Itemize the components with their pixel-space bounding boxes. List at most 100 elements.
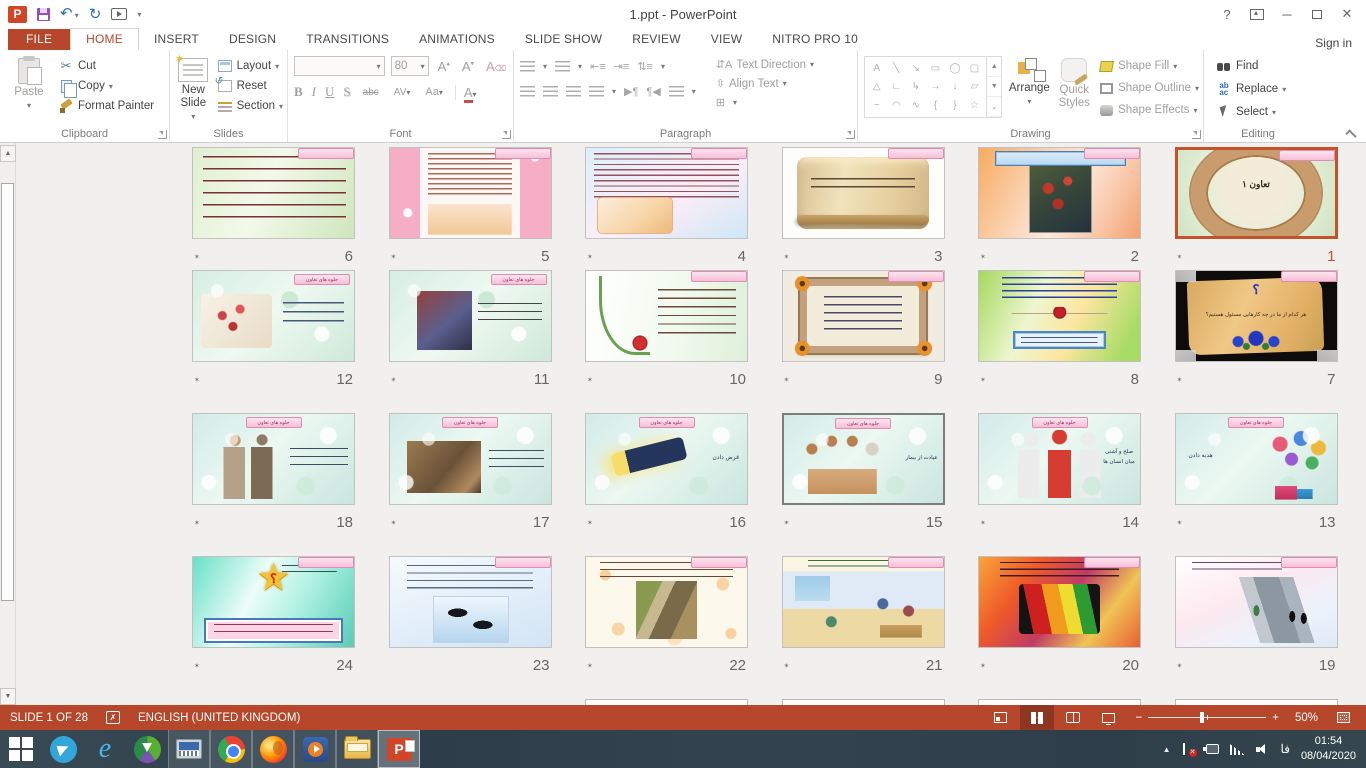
volume-icon[interactable] bbox=[1256, 744, 1270, 755]
scroll-down-icon[interactable]: ▼ bbox=[0, 688, 16, 705]
slide-thumbnail[interactable]: جلوه های تعاون bbox=[389, 270, 552, 362]
columns-icon[interactable] bbox=[669, 86, 684, 98]
slide-thumbnail[interactable] bbox=[978, 270, 1141, 362]
tab-home[interactable]: HOME bbox=[70, 28, 139, 50]
down-arrow-shape-icon[interactable]: ↓ bbox=[952, 81, 957, 92]
replace-button[interactable]: abacReplace▾ bbox=[1216, 81, 1286, 97]
shape-effects-button[interactable]: Shape Effects▾ bbox=[1098, 102, 1199, 118]
tab-transitions[interactable]: TRANSITIONS bbox=[291, 29, 404, 50]
rtl-direction-icon[interactable]: ¶◀ bbox=[646, 85, 660, 98]
elbow-arrow-connector-shape-icon[interactable]: ↳ bbox=[912, 81, 920, 92]
slide-thumbnail[interactable] bbox=[978, 147, 1141, 239]
tab-nitro-pro[interactable]: NITRO PRO 10 bbox=[757, 29, 873, 50]
zoom-slider-thumb[interactable] bbox=[1200, 712, 1204, 723]
align-text-button[interactable]: ⇳Align Text▾ bbox=[716, 77, 814, 90]
chrome-icon[interactable] bbox=[210, 730, 252, 768]
font-dialog-launcher-icon[interactable] bbox=[502, 130, 511, 139]
slide-thumbnail[interactable]: جلوه های تعاون bbox=[192, 270, 355, 362]
curve-shape-icon[interactable]: ∿ bbox=[912, 100, 920, 111]
slide-thumbnail[interactable] bbox=[1175, 556, 1338, 648]
arrow-shape-icon[interactable]: ↘ bbox=[912, 63, 920, 74]
tab-slide-show[interactable]: SLIDE SHOW bbox=[510, 29, 617, 50]
slide-thumbnail[interactable] bbox=[585, 556, 748, 648]
tab-review[interactable]: REVIEW bbox=[617, 29, 696, 50]
font-size-combo[interactable]: 80▾ bbox=[391, 56, 429, 76]
decrease-indent-icon[interactable]: ⇤≡ bbox=[590, 60, 606, 73]
slide-thumbnail[interactable] bbox=[585, 147, 748, 239]
idm-icon[interactable] bbox=[126, 730, 168, 768]
right-brace-shape-icon[interactable]: } bbox=[953, 100, 956, 111]
customize-qat-icon[interactable]: ▾ bbox=[137, 10, 141, 19]
increase-indent-icon[interactable]: ⇥≡ bbox=[614, 60, 630, 73]
slide-thumbnail[interactable]: جلوه های تعاون bbox=[192, 413, 355, 505]
arrange-button[interactable]: Arrange ▾ bbox=[1008, 56, 1050, 126]
language-indicator[interactable]: فا bbox=[1281, 742, 1290, 756]
slide-thumbnail[interactable] bbox=[585, 270, 748, 362]
spell-check-icon[interactable] bbox=[106, 711, 120, 724]
paragraph-dialog-launcher-icon[interactable] bbox=[846, 130, 855, 139]
bold-button[interactable]: B bbox=[294, 84, 303, 100]
clipboard-dialog-launcher-icon[interactable] bbox=[158, 130, 167, 139]
slide-thumbnail[interactable] bbox=[978, 556, 1141, 648]
slide-thumbnail[interactable]: ؟ هر کدام از ما در چه کارهایی مسئول هستی… bbox=[1175, 270, 1338, 362]
start-slideshow-icon[interactable] bbox=[111, 8, 127, 20]
tab-insert[interactable]: INSERT bbox=[139, 29, 214, 50]
shapes-gallery[interactable]: A╲↘▭◯▢△∟↳→↓▱~◠∿{}☆ ▲ ▼ ⌄ bbox=[864, 56, 1002, 118]
slide-thumbnail[interactable]: جلوه های تعاون هدیه دادن bbox=[1175, 413, 1338, 505]
change-case-button[interactable]: Aa▾ bbox=[422, 86, 445, 98]
media-player-icon[interactable] bbox=[294, 730, 336, 768]
slide-thumbnail[interactable] bbox=[782, 270, 945, 362]
vertical-scrollbar[interactable]: ▲ ▼ bbox=[0, 143, 16, 705]
fit-slide-to-window-button[interactable] bbox=[1326, 705, 1360, 730]
shrink-font-icon[interactable]: A▾ bbox=[459, 59, 477, 74]
strikethrough-button[interactable]: abc bbox=[360, 87, 382, 98]
corner-shape-shape-icon[interactable]: ▱ bbox=[971, 81, 979, 92]
underline-button[interactable]: U bbox=[325, 84, 334, 100]
minimize-button[interactable]: ─ bbox=[1272, 3, 1302, 25]
ribbon-display-options-button[interactable] bbox=[1242, 3, 1272, 25]
section-button[interactable]: Section▾ bbox=[217, 98, 283, 114]
arc-shape-icon[interactable]: ◠ bbox=[892, 100, 901, 111]
slide-sorter-view-button[interactable] bbox=[1020, 705, 1054, 730]
reset-button[interactable]: Reset bbox=[217, 78, 283, 94]
copy-button[interactable]: Copy▾ bbox=[58, 78, 154, 94]
cut-button[interactable]: ✂Cut bbox=[58, 58, 154, 74]
slide-thumbnail[interactable]: جلوه های تعاون عیادت از بیمار bbox=[782, 413, 945, 505]
slide-thumbnail[interactable] bbox=[782, 147, 945, 239]
character-spacing-button[interactable]: AV▾ bbox=[391, 87, 414, 98]
slide-thumbnail[interactable] bbox=[389, 147, 552, 239]
ltr-direction-icon[interactable]: ▶¶ bbox=[624, 85, 638, 98]
convert-to-smartart-button[interactable]: ⊞▾ bbox=[716, 96, 814, 109]
network-signal-icon[interactable] bbox=[1230, 744, 1245, 755]
shape-fill-button[interactable]: Shape Fill▾ bbox=[1098, 58, 1199, 74]
text-box-shape-icon[interactable]: A bbox=[873, 63, 880, 74]
rectangle-shape-icon[interactable]: ▭ bbox=[931, 63, 940, 74]
bullets-icon[interactable] bbox=[520, 61, 535, 73]
scribble-shape-icon[interactable]: ~ bbox=[874, 100, 880, 111]
redo-icon[interactable]: ↻ bbox=[89, 7, 102, 22]
slide-thumbnail[interactable]: جلوه های تعاون صلح و آشتی میان انسان ها bbox=[978, 413, 1141, 505]
paste-dropdown-icon[interactable]: ▾ bbox=[27, 101, 31, 110]
triangle-shape-icon[interactable]: △ bbox=[873, 81, 881, 92]
line-shape-icon[interactable]: ╲ bbox=[893, 63, 899, 74]
select-button[interactable]: Select▾ bbox=[1216, 104, 1286, 120]
numbering-icon[interactable] bbox=[555, 61, 570, 73]
layout-button[interactable]: Layout▾ bbox=[217, 58, 283, 74]
slide-thumbnail[interactable] bbox=[192, 556, 355, 648]
slide-thumbnail[interactable]: تعاون ۱ bbox=[1175, 147, 1338, 239]
normal-view-button[interactable] bbox=[984, 705, 1018, 730]
slide-thumbnail[interactable] bbox=[192, 147, 355, 239]
text-shadow-button[interactable]: S bbox=[343, 84, 350, 100]
on-screen-keyboard-icon[interactable] bbox=[168, 730, 210, 768]
slide-show-button[interactable] bbox=[1092, 705, 1126, 730]
align-left-icon[interactable] bbox=[520, 86, 535, 98]
oval-shape-icon[interactable]: ◯ bbox=[949, 63, 960, 74]
scroll-up-icon[interactable]: ▲ bbox=[0, 145, 16, 162]
font-color-button[interactable]: A▾ bbox=[455, 85, 480, 100]
tab-file[interactable]: FILE bbox=[8, 29, 70, 50]
italic-button[interactable]: I bbox=[312, 84, 316, 100]
save-icon[interactable] bbox=[37, 8, 50, 21]
tab-animations[interactable]: ANIMATIONS bbox=[404, 29, 510, 50]
new-slide-button[interactable]: New Slide ▾ bbox=[176, 56, 211, 126]
close-button[interactable]: ✕ bbox=[1332, 3, 1362, 25]
